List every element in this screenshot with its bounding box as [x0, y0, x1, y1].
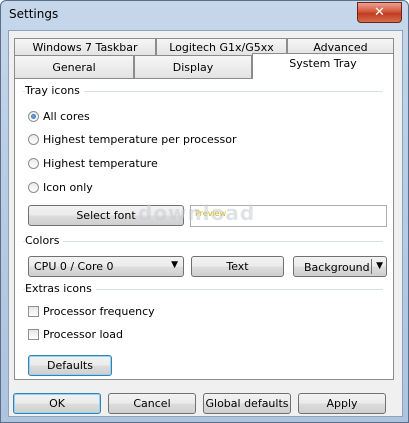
cancel-button[interactable]: Cancel: [108, 393, 196, 414]
window-title: Settings: [9, 7, 59, 21]
radio-icon-only[interactable]: Icon only: [28, 181, 93, 194]
close-button[interactable]: ✕: [357, 2, 402, 23]
tab-label: Advanced: [313, 40, 368, 54]
tab-general[interactable]: General: [14, 55, 134, 78]
global-defaults-button[interactable]: Global defaults: [203, 393, 291, 414]
colors-group-label: Colors: [25, 234, 64, 247]
defaults-button[interactable]: Defaults: [28, 355, 112, 376]
core-select[interactable]: CPU 0 / Core 0 ▼: [28, 256, 184, 277]
tab-label: Logitech G1x/G5xx: [169, 40, 274, 54]
radio-highest-temp-per-processor[interactable]: Highest temperature per processor: [28, 133, 237, 146]
checkbox-unchecked-icon: [28, 306, 39, 317]
system-tray-panel: Tray icons All cores Highest temperature…: [14, 78, 394, 380]
checkbox-label: Processor frequency: [43, 305, 155, 318]
button-label: Apply: [326, 397, 358, 410]
dropdown-arrow-icon[interactable]: ▼: [376, 261, 383, 271]
button-label: OK: [49, 397, 65, 410]
radio-all-cores[interactable]: All cores: [28, 110, 90, 123]
button-label: Defaults: [47, 359, 93, 372]
tab-label: Windows 7 Taskbar: [32, 40, 138, 54]
radio-unchecked-icon: [28, 182, 39, 193]
split-divider: [371, 259, 372, 274]
tray-icons-group-label: Tray icons: [25, 84, 84, 97]
button-label: Global defaults: [205, 397, 289, 410]
tab-windows-7-taskbar[interactable]: Windows 7 Taskbar: [14, 38, 156, 55]
radio-unchecked-icon: [28, 134, 39, 145]
dropdown-arrow-icon: ▼: [171, 260, 178, 270]
ok-button[interactable]: OK: [13, 393, 101, 414]
close-icon: ✕: [374, 5, 385, 20]
checkbox-processor-load[interactable]: Processor load: [28, 328, 123, 341]
radio-checked-icon: [28, 111, 39, 122]
radio-label: All cores: [43, 110, 90, 123]
watermark-text: download: [138, 201, 256, 225]
title-bar[interactable]: Settings ✕: [1, 1, 408, 29]
settings-window: Settings ✕ Windows 7 Taskbar Logitech G1…: [0, 0, 409, 423]
button-label: Select font: [76, 209, 136, 222]
button-label: Background: [304, 261, 370, 274]
background-color-button[interactable]: Background ▼: [293, 256, 387, 277]
radio-unchecked-icon: [28, 158, 39, 169]
dialog-client-area: Windows 7 Taskbar Logitech G1x/G5xx Adva…: [8, 30, 403, 417]
tab-display[interactable]: Display: [134, 55, 252, 78]
tab-system-tray[interactable]: System Tray: [252, 53, 394, 79]
checkbox-processor-frequency[interactable]: Processor frequency: [28, 305, 155, 318]
group-divider: [23, 241, 383, 242]
core-select-value: CPU 0 / Core 0: [34, 260, 114, 273]
radio-label: Highest temperature per processor: [43, 133, 237, 146]
radio-label: Icon only: [43, 181, 93, 194]
tab-label: System Tray: [289, 57, 357, 70]
button-label: Cancel: [133, 397, 171, 410]
apply-button[interactable]: Apply: [298, 393, 386, 414]
checkbox-label: Processor load: [43, 328, 123, 341]
checkbox-unchecked-icon: [28, 329, 39, 340]
button-label: Text: [226, 260, 249, 273]
extras-group-label: Extras icons: [25, 282, 96, 295]
radio-label: Highest temperature: [43, 157, 158, 170]
tab-label: General: [52, 60, 96, 74]
text-color-button[interactable]: Text: [191, 256, 284, 277]
radio-highest-temperature[interactable]: Highest temperature: [28, 157, 158, 170]
tab-label: Display: [172, 60, 214, 74]
